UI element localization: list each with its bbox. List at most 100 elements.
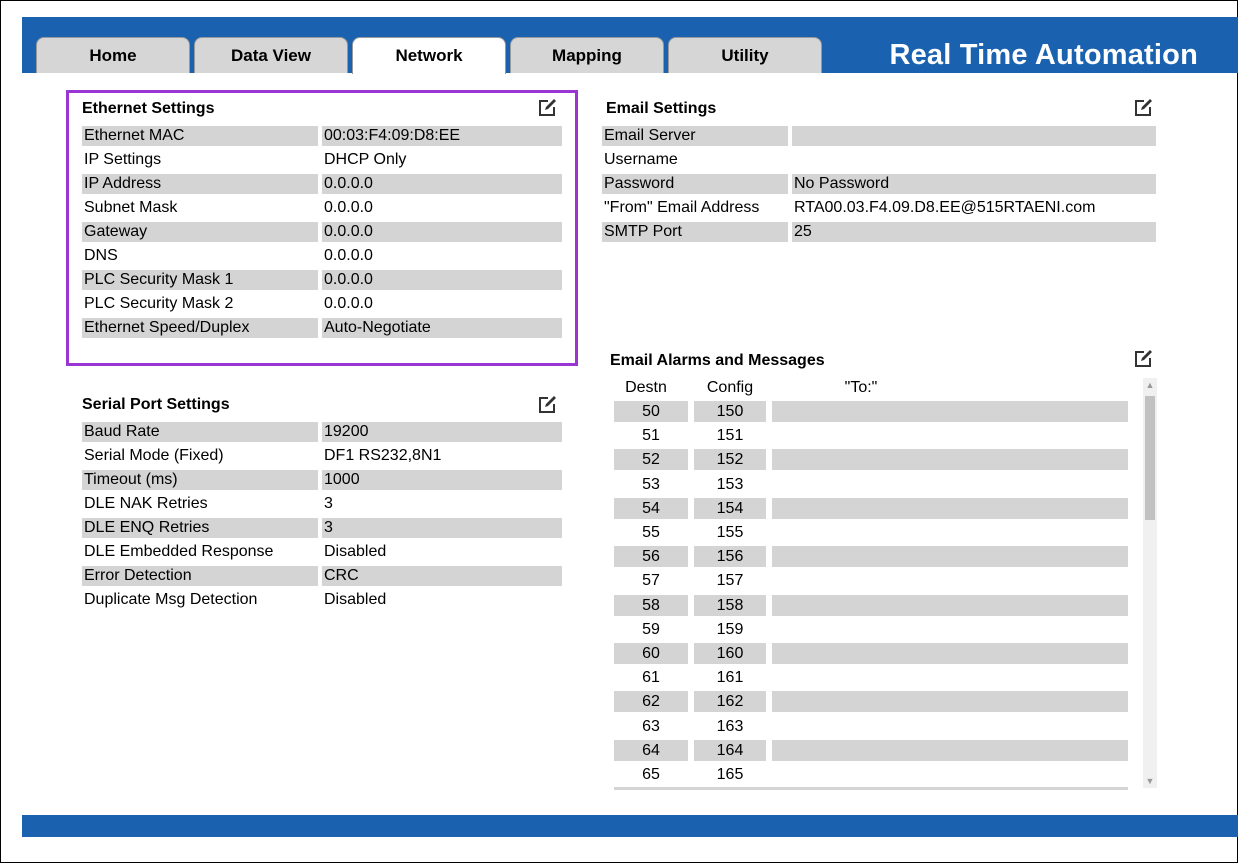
col-header-destn: Destn <box>625 379 667 396</box>
setting-label: IP Settings <box>84 151 162 168</box>
alarm-to <box>772 619 1128 640</box>
brand-name: Real Time Automation <box>889 39 1198 71</box>
alarm-to <box>772 764 1128 785</box>
serial-settings-title: Serial Port Settings <box>82 396 230 413</box>
alarm-destn: 62 <box>614 691 688 713</box>
alarm-to <box>772 546 1128 568</box>
alarm-config: 165 <box>716 766 744 783</box>
alarm-to <box>772 522 1128 543</box>
alarm-config: 163 <box>716 717 744 735</box>
alarm-destn: 63 <box>642 717 660 735</box>
setting-label: Baud Rate <box>82 422 318 442</box>
alarm-destn: 54 <box>614 497 688 519</box>
alarm-to <box>772 643 1128 664</box>
alarm-config: 158 <box>694 594 766 616</box>
setting-value: 19200 <box>322 422 562 442</box>
tab-home[interactable]: Home <box>36 37 190 73</box>
setting-value: CRC <box>322 566 562 586</box>
setting-value: 0.0.0.0 <box>324 295 373 312</box>
footer-bar <box>22 815 1238 837</box>
alarm-destn: 58 <box>614 594 688 616</box>
setting-label: DLE ENQ Retries <box>82 518 318 538</box>
alarms-bottom-edge <box>614 787 1128 790</box>
alarm-config: 151 <box>716 427 744 445</box>
setting-value: 3 <box>322 518 562 538</box>
tab-bar: Home Data View Network Mapping Utility R… <box>22 23 1238 74</box>
email-settings-title: Email Settings <box>606 100 717 117</box>
ethernet-edit-icon[interactable] <box>537 98 557 118</box>
alarms-edit-icon[interactable] <box>1133 349 1153 369</box>
ethernet-settings-title: Ethernet Settings <box>82 100 215 117</box>
email-alarms-title: Email Alarms and Messages <box>610 352 825 369</box>
setting-label: Ethernet Speed/Duplex <box>82 318 318 338</box>
alarm-config: 157 <box>716 572 744 590</box>
tab-network[interactable]: Network <box>352 37 506 74</box>
setting-label: Ethernet MAC <box>82 126 318 146</box>
setting-label: Password <box>602 174 788 194</box>
setting-label: Subnet Mask <box>84 199 178 216</box>
alarm-destn: 52 <box>614 449 688 471</box>
alarm-config: 152 <box>694 449 766 471</box>
setting-label: Username <box>604 151 678 168</box>
alarm-destn: 59 <box>642 620 660 638</box>
setting-label: "From" Email Address <box>604 199 760 216</box>
alarm-to <box>772 716 1128 737</box>
setting-value: Auto-Negotiate <box>322 318 562 338</box>
setting-value: 25 <box>792 222 1156 242</box>
alarm-config: 164 <box>694 739 766 761</box>
setting-label: SMTP Port <box>602 222 788 242</box>
alarm-config: 161 <box>716 669 744 687</box>
alarm-destn: 56 <box>614 546 688 568</box>
setting-value: 1000 <box>322 470 562 490</box>
alarms-scrollbar[interactable]: ▲ ▼ <box>1143 378 1157 788</box>
brand-slant <box>1210 23 1238 73</box>
tab-mapping[interactable]: Mapping <box>510 37 664 73</box>
setting-value: DHCP Only <box>324 151 407 168</box>
setting-label: Gateway <box>82 222 318 242</box>
alarm-config: 162 <box>694 691 766 713</box>
scroll-up-arrow-icon[interactable]: ▲ <box>1143 378 1157 392</box>
alarm-to <box>772 594 1128 616</box>
setting-label: DLE NAK Retries <box>84 495 208 512</box>
setting-label: Timeout (ms) <box>82 470 318 490</box>
setting-value: 0.0.0.0 <box>324 247 373 264</box>
tab-utility[interactable]: Utility <box>668 37 822 73</box>
alarm-destn: 61 <box>642 669 660 687</box>
alarm-to <box>772 425 1128 446</box>
alarm-destn: 51 <box>642 427 660 445</box>
setting-value: 0.0.0.0 <box>324 199 373 216</box>
setting-label: PLC Security Mask 2 <box>84 295 234 312</box>
scroll-thumb[interactable] <box>1145 396 1155 520</box>
setting-value: 0.0.0.0 <box>322 174 562 194</box>
alarm-destn: 60 <box>614 643 688 664</box>
alarm-config: 159 <box>716 620 744 638</box>
setting-value: 0.0.0.0 <box>322 270 562 290</box>
setting-value <box>792 150 1156 170</box>
alarm-destn: 64 <box>614 739 688 761</box>
setting-value: 3 <box>324 495 333 512</box>
setting-label: Duplicate Msg Detection <box>84 591 258 608</box>
alarm-config: 154 <box>694 497 766 519</box>
setting-value: 00:03:F4:09:D8:EE <box>322 126 562 146</box>
tab-data-view[interactable]: Data View <box>194 37 348 73</box>
scroll-down-arrow-icon[interactable]: ▼ <box>1143 774 1157 788</box>
alarm-config: 155 <box>716 524 744 541</box>
setting-label: DNS <box>84 247 118 264</box>
setting-value: Disabled <box>324 591 387 608</box>
alarm-destn: 53 <box>642 475 660 493</box>
alarm-destn: 65 <box>642 766 660 783</box>
setting-label: IP Address <box>82 174 318 194</box>
alarm-config: 150 <box>694 401 766 422</box>
setting-value: Disabled <box>324 543 387 560</box>
email-edit-icon[interactable] <box>1133 98 1153 118</box>
setting-label: PLC Security Mask 1 <box>82 270 318 290</box>
serial-edit-icon[interactable] <box>537 395 557 415</box>
alarm-to <box>772 667 1128 688</box>
setting-value <box>792 126 1156 146</box>
setting-value: 0.0.0.0 <box>322 222 562 242</box>
alarm-to <box>772 570 1128 591</box>
setting-value: No Password <box>792 174 1156 194</box>
setting-value: RTA00.03.F4.09.D8.EE@515RTAENI.com <box>794 199 1096 216</box>
alarm-config: 156 <box>694 546 766 568</box>
setting-label: DLE Embedded Response <box>84 543 274 560</box>
